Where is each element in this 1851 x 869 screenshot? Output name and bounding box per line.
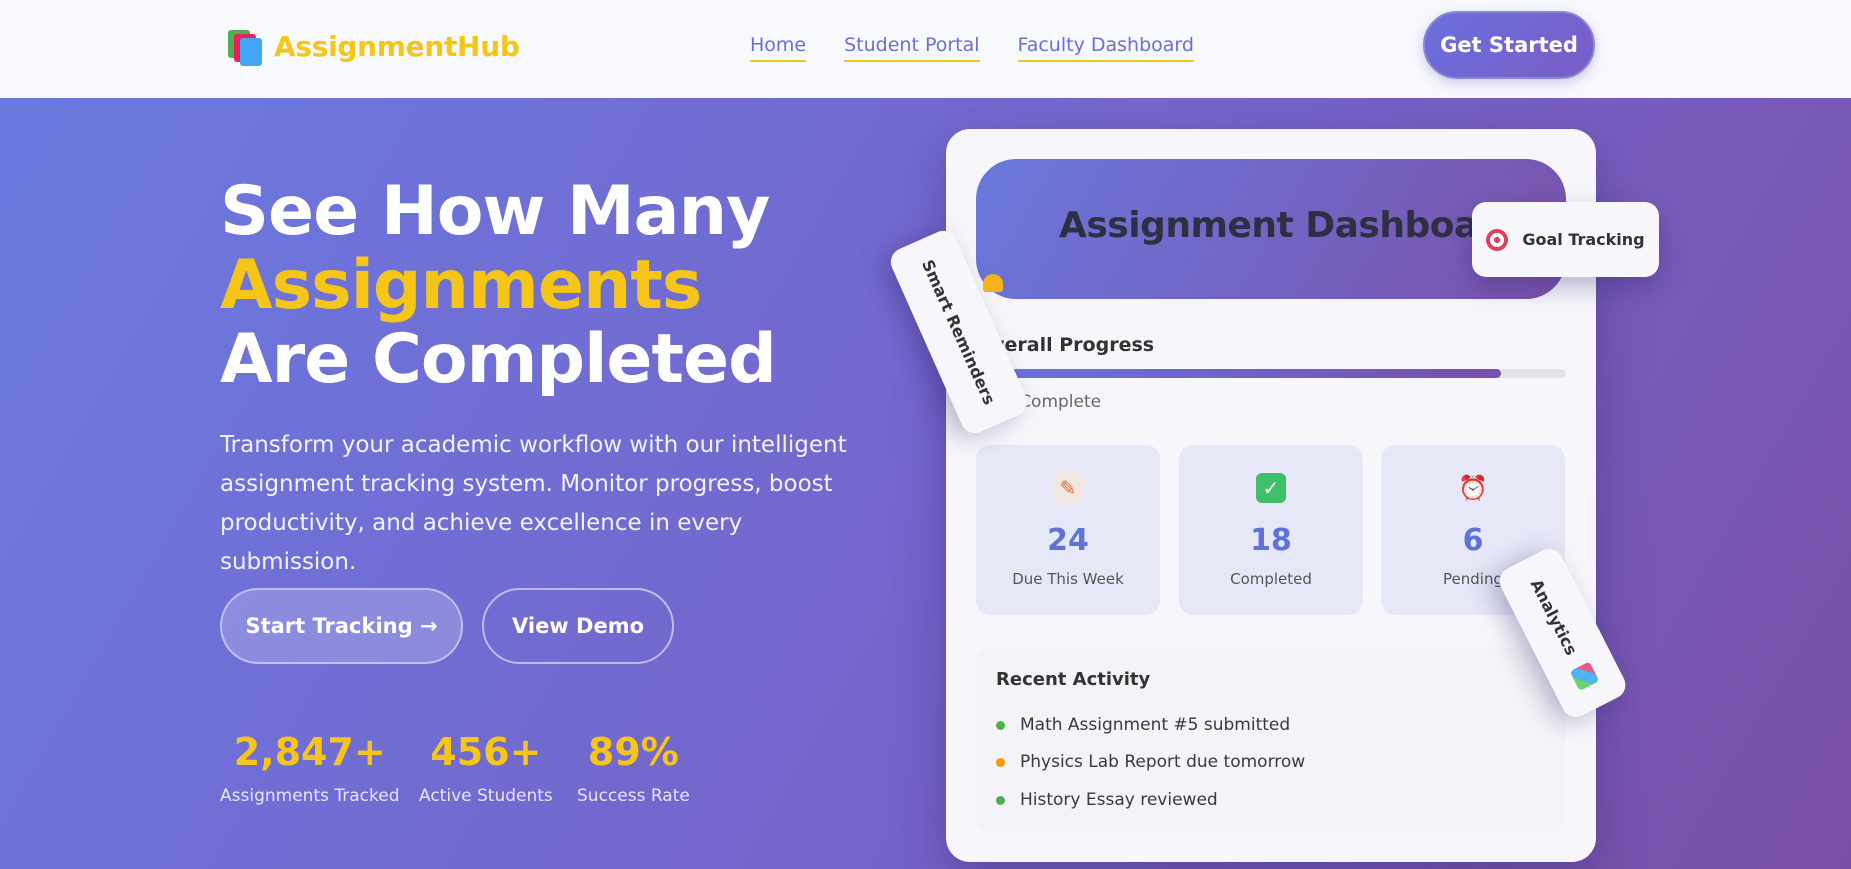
tile-label: Completed [1230, 570, 1312, 588]
alarm-clock-icon: ⏰ [1458, 474, 1488, 502]
checkmark-icon: ✓ [1256, 473, 1286, 503]
activity-status-dot [996, 795, 1005, 805]
activity-text: Physics Lab Report due tomorrow [1020, 752, 1306, 772]
stat-value: 456+ [430, 730, 542, 774]
stat-success-rate: 89% Success Rate [577, 730, 690, 806]
activity-item: History Essay reviewed [996, 790, 1218, 810]
activity-status-dot [996, 720, 1005, 730]
stat-value: 2,847+ [233, 730, 386, 774]
stat-active-students: 456+ Active Students [419, 730, 553, 806]
nav-home[interactable]: Home [750, 34, 807, 62]
view-demo-button[interactable]: View Demo [482, 588, 674, 664]
tile-label: Due This Week [1012, 570, 1124, 588]
hero-description: Transform your academic workflow with ou… [220, 432, 847, 575]
nav-faculty-dashboard[interactable]: Faculty Dashboard [1017, 34, 1194, 62]
recent-activity-title: Recent Activity [996, 669, 1151, 690]
bell-icon [978, 268, 1008, 298]
stat-label: Active Students [419, 786, 553, 806]
top-navbar: AssignmentHub Home Student Portal Facult… [0, 0, 1851, 98]
target-icon [1486, 228, 1509, 251]
progress-bar-fill [976, 369, 1502, 378]
main-nav: Home Student Portal Faculty Dashboard [750, 34, 1194, 62]
stat-assignments-tracked: 2,847+ Assignments Tracked [220, 730, 399, 806]
hero-headline: See How Many Assignments Are Completed [220, 172, 777, 399]
stat-label: Success Rate [577, 786, 690, 806]
tile-value: 18 [1250, 523, 1292, 558]
goal-tracking-badge: Goal Tracking [1472, 202, 1659, 277]
stat-value: 89% [587, 730, 679, 774]
badge-label: Goal Tracking [1522, 230, 1645, 249]
dashboard-title: Assignment Dashboard [1059, 205, 1521, 246]
tile-value: 24 [1047, 523, 1089, 558]
activity-status-dot [996, 757, 1005, 767]
badge-label: Analytics [1527, 575, 1582, 659]
memo-icon: ✎ [1053, 473, 1083, 503]
headline-line-3: Are Completed [220, 320, 777, 399]
stat-label: Assignments Tracked [220, 786, 400, 806]
chart-icon [1569, 661, 1600, 691]
activity-item: Math Assignment #5 submitted [996, 715, 1290, 735]
books-icon [226, 28, 262, 66]
headline-line-1: See How Many [220, 172, 770, 251]
progress-bar [976, 369, 1566, 378]
tile-due-this-week[interactable]: ✎ 24 Due This Week [976, 445, 1160, 615]
activity-text: Math Assignment #5 submitted [1020, 715, 1291, 735]
recent-activity-panel: Recent Activity Math Assignment #5 submi… [976, 647, 1566, 832]
brand-name: AssignmentHub [274, 29, 520, 63]
start-tracking-button[interactable]: Start Tracking → [220, 588, 463, 664]
activity-text: History Essay reviewed [1020, 790, 1218, 810]
headline-line-2: Assignments [220, 246, 702, 325]
nav-student-portal[interactable]: Student Portal [844, 34, 980, 62]
brand-logo[interactable]: AssignmentHub [226, 28, 520, 66]
tile-completed[interactable]: ✓ 18 Completed [1179, 445, 1363, 615]
activity-item: Physics Lab Report due tomorrow [996, 752, 1305, 772]
get-started-button[interactable]: Get Started [1423, 11, 1595, 79]
